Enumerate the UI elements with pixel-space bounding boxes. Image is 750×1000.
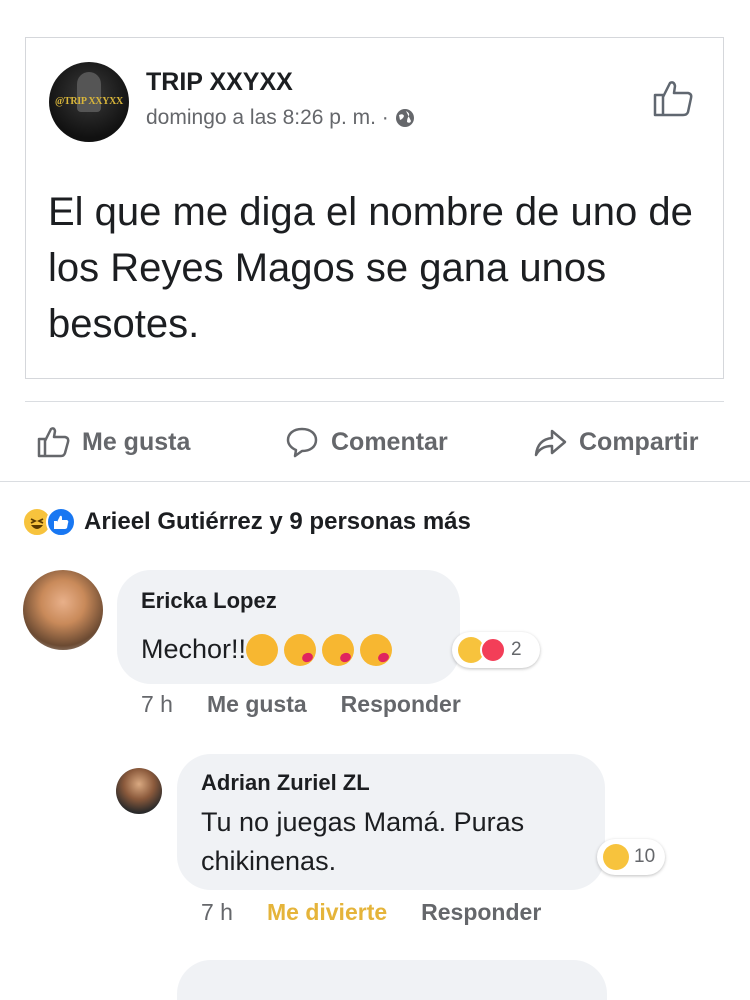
comment-time[interactable]: 7 h [201, 899, 233, 926]
comment-meta: 7 h Me gusta Responder [141, 691, 495, 718]
page-avatar[interactable]: @TRIP XXYXX [49, 62, 129, 142]
comment-author[interactable]: Ericka Lopez [141, 588, 277, 614]
reactions-text: Arieel Gutiérrez y 9 personas más [84, 508, 471, 535]
page-name[interactable]: TRIP XXYXX [146, 68, 293, 97]
share-arrow-icon [534, 429, 567, 457]
share-label: Compartir [579, 427, 699, 456]
comment-time[interactable]: 7 h [141, 691, 173, 718]
comment-text: Mechor!! [141, 630, 398, 669]
love-icon [480, 637, 506, 663]
comment-reaction-link[interactable]: Me divierte [267, 899, 387, 926]
reaction-count: 2 [511, 639, 522, 660]
kissing-face-icon [246, 633, 279, 666]
comment-label: Comentar [331, 427, 448, 456]
face-blowing-kiss-icon [284, 633, 317, 666]
globe-icon [395, 109, 414, 127]
comment-like-link[interactable]: Me gusta [207, 691, 307, 718]
comment-button[interactable]: Comentar [285, 420, 448, 464]
like-icon [46, 507, 76, 537]
avatar[interactable] [23, 570, 103, 650]
divider [0, 481, 750, 482]
comment-reactions[interactable]: 2 [452, 632, 540, 668]
like-label: Me gusta [82, 427, 191, 456]
comment-reply-link[interactable]: Responder [341, 691, 461, 718]
like-button[interactable]: Me gusta [36, 420, 190, 464]
share-button[interactable]: Compartir [533, 420, 698, 464]
post-timestamp[interactable]: domingo a las 8:26 p. m. · [146, 106, 389, 130]
like-outline-icon[interactable] [652, 78, 694, 118]
face-blowing-kiss-icon [360, 633, 393, 666]
comment-reactions[interactable]: 10 [597, 839, 665, 875]
face-blowing-kiss-icon [322, 633, 355, 666]
post-meta: domingo a las 8:26 p. m. · [146, 106, 415, 130]
comment-bubble [177, 960, 607, 1000]
speech-bubble-icon [286, 427, 318, 458]
action-bar: Me gusta Comentar Compartir [0, 420, 750, 464]
haha-icon [603, 844, 629, 870]
reaction-count: 10 [634, 846, 656, 867]
comment-reply-link[interactable]: Responder [421, 899, 541, 926]
comment-author[interactable]: Adrian Zuriel ZL [201, 770, 370, 796]
post-text: El que me diga el nombre de uno de los R… [48, 190, 693, 346]
thumbs-up-icon [37, 427, 70, 458]
comment-text-line: Tu no juegas Mamá. Puras [201, 807, 525, 837]
page-logo-text: @TRIP XXYXX [55, 96, 123, 107]
avatar[interactable] [116, 768, 162, 814]
reactions-summary[interactable]: Arieel Gutiérrez y 9 personas más [22, 505, 471, 539]
divider [25, 401, 724, 402]
comment-text-value: Mechor!! [141, 634, 247, 664]
comment-text-line: chikinenas. [201, 846, 337, 876]
comment-meta: 7 h Me divierte Responder [201, 899, 575, 926]
post-card: @TRIP XXYXX TRIP XXYXX domingo a las 8:2… [25, 37, 724, 379]
